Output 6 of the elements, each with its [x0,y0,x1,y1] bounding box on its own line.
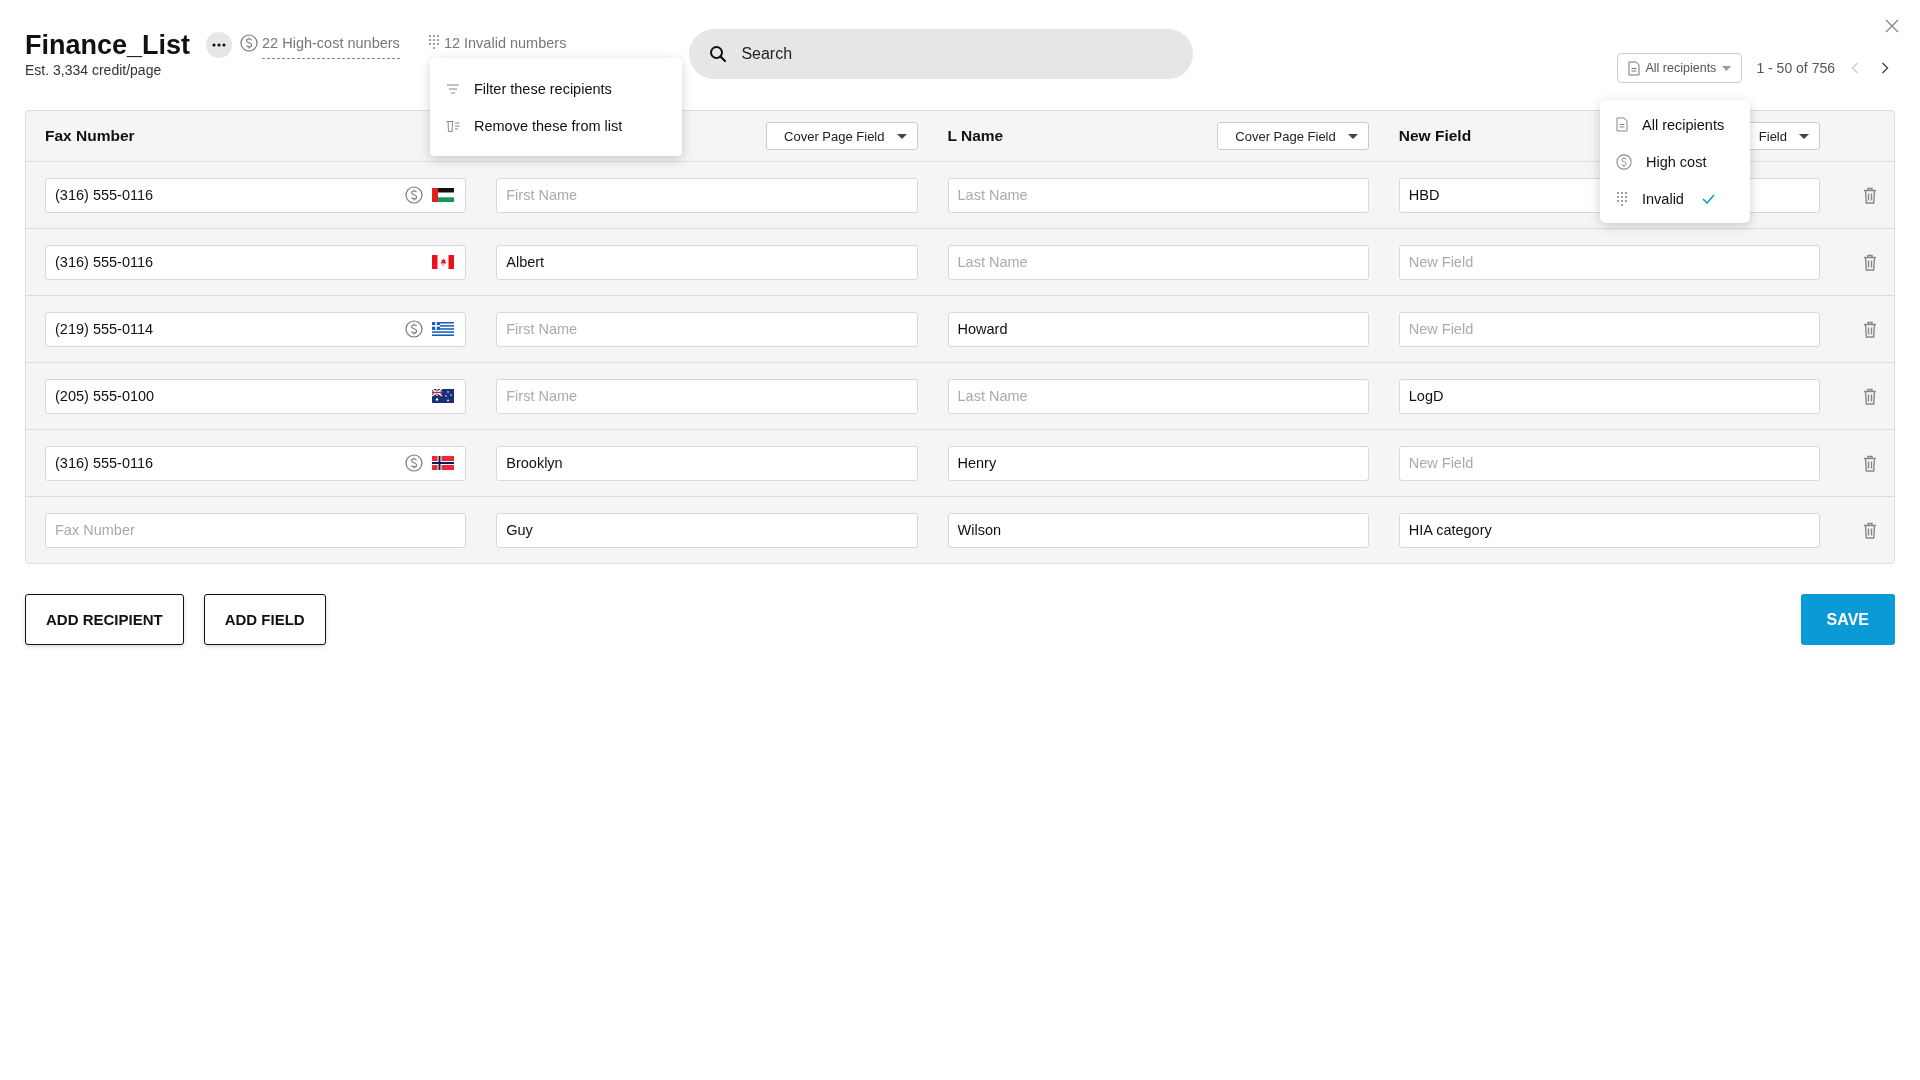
page-range: 1 - 50 of 756 [1756,60,1835,76]
credit-estimate: Est. 3,334 credit/page [25,62,163,78]
column-header: Fax Number [45,127,135,145]
list-title: Finance_List [25,29,191,62]
column-header: L Name [947,127,1004,145]
column-header: New Field [1398,127,1472,145]
